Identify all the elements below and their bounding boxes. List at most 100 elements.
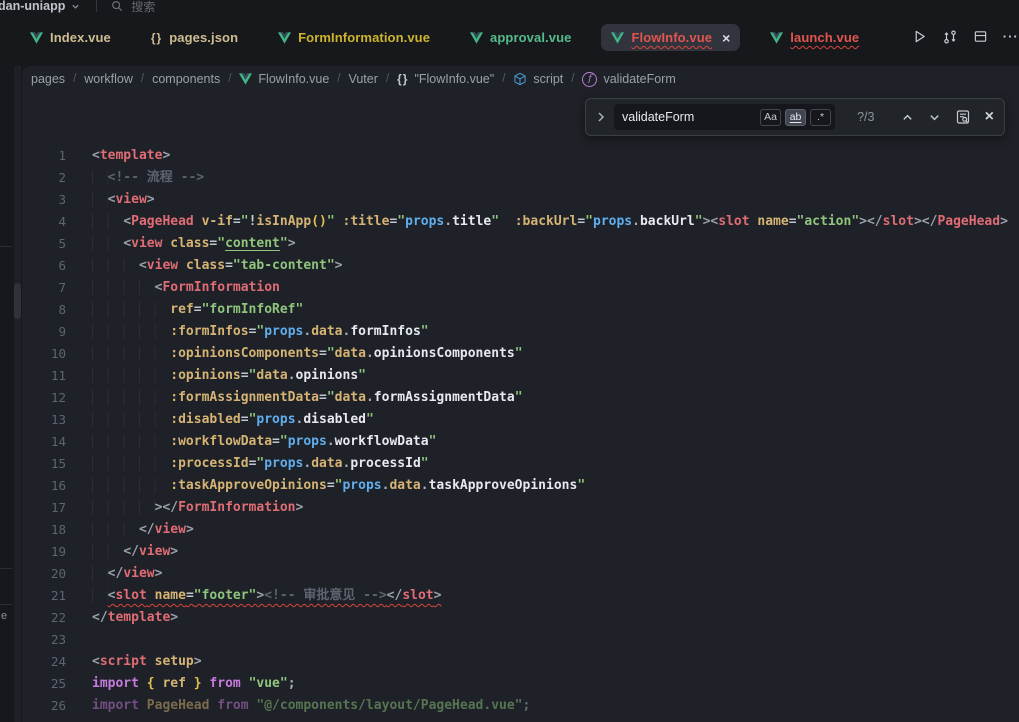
line-number: 22 bbox=[22, 607, 66, 629]
breadcrumb-separator: / bbox=[386, 73, 389, 85]
module-cube-icon bbox=[513, 72, 527, 86]
breadcrumb-item-pages[interactable]: pages bbox=[31, 72, 65, 86]
code-line: 8 ref="formInfoRef" bbox=[22, 299, 1019, 321]
split-editor-icon[interactable] bbox=[972, 28, 989, 45]
line-number: 1 bbox=[22, 145, 66, 167]
tab-label: launch.vue bbox=[790, 30, 859, 45]
vue-icon bbox=[470, 32, 483, 44]
regex-toggle[interactable]: .* bbox=[810, 109, 831, 126]
line-number: 25 bbox=[22, 673, 66, 695]
line-content: <FormInformation bbox=[92, 277, 280, 299]
global-search[interactable]: 搜索 bbox=[111, 0, 155, 15]
line-content: :disabled="props.disabled" bbox=[92, 409, 374, 431]
line-number: 19 bbox=[22, 541, 66, 563]
left-strip-mark bbox=[0, 604, 12, 605]
code-line: 7 <FormInformation bbox=[22, 277, 1019, 299]
line-number: 3 bbox=[22, 189, 66, 211]
tab-pages-json[interactable]: {}pages.json bbox=[141, 24, 248, 51]
close-find-icon[interactable]: × bbox=[985, 112, 994, 122]
line-content: <script setup> bbox=[92, 651, 202, 673]
tab-label: pages.json bbox=[169, 30, 238, 45]
top-bar: dan-uniapp 搜索 bbox=[0, 0, 1019, 15]
tabs: Index.vue {}pages.json FormInformation.vue… bbox=[20, 24, 869, 51]
error-squiggle: <slot name="footer"><!-- 审批意见 --></slot> bbox=[108, 588, 442, 603]
line-number: 8 bbox=[22, 299, 66, 321]
code-line: 1<template> bbox=[22, 145, 1019, 167]
code-line: 21 <slot name="footer"><!-- 审批意见 --></sl… bbox=[22, 585, 1019, 607]
tab-index-vue[interactable]: Index.vue bbox=[20, 24, 121, 51]
vue-icon bbox=[611, 32, 624, 44]
line-content: :formAssignmentData="data.formAssignment… bbox=[92, 387, 523, 409]
tab-label: FlowInfo.vue bbox=[631, 30, 712, 45]
line-number: 13 bbox=[22, 409, 66, 431]
breadcrumb-item-vuter[interactable]: Vuter bbox=[348, 72, 377, 86]
more-actions-icon[interactable]: ··· bbox=[1003, 28, 1019, 45]
breadcrumb-item-workflow[interactable]: workflow bbox=[84, 72, 133, 86]
find-toggles: Aaab.* bbox=[760, 109, 835, 126]
next-match-button[interactable] bbox=[928, 111, 941, 124]
line-content: </view> bbox=[92, 541, 178, 563]
breadcrumb-item-flowinfo-vue[interactable]: FlowInfo.vue bbox=[239, 72, 329, 86]
breadcrumb-separator: / bbox=[228, 73, 231, 85]
line-content: <!-- 流程 --> bbox=[92, 167, 204, 189]
run-icon[interactable] bbox=[911, 28, 928, 45]
tab-label: approval.vue bbox=[490, 30, 571, 45]
workspace-selector[interactable]: dan-uniapp bbox=[0, 0, 80, 13]
whole-word-toggle[interactable]: ab bbox=[785, 109, 806, 126]
line-number: 6 bbox=[22, 255, 66, 277]
function-icon: f bbox=[582, 72, 597, 87]
breadcrumb-item-validateform[interactable]: fvalidateForm bbox=[582, 72, 675, 87]
code-line: 6 <view class="tab-content"> bbox=[22, 255, 1019, 277]
code-line: 5 <view class="content"> bbox=[22, 233, 1019, 255]
line-content: ></FormInformation> bbox=[92, 497, 303, 519]
line-number: 16 bbox=[22, 475, 66, 497]
line-number: 11 bbox=[22, 365, 66, 387]
tab-launch-vue[interactable]: launch.vue bbox=[760, 24, 869, 51]
code-line: 13 :disabled="props.disabled" bbox=[22, 409, 1019, 431]
find-match-count: ?/3 bbox=[857, 110, 887, 124]
breadcrumb-label: Vuter bbox=[348, 72, 377, 86]
find-widget: validateForm Aaab.* ?/3 × bbox=[585, 98, 1005, 136]
previous-match-button[interactable] bbox=[901, 111, 914, 124]
left-strip-mark bbox=[0, 568, 12, 569]
line-content: :opinions="data.opinions" bbox=[92, 365, 366, 387]
code-line: 26import PageHead from "@/components/lay… bbox=[22, 695, 1019, 717]
left-panel-track bbox=[14, 66, 21, 722]
code-line: 23 bbox=[22, 629, 1019, 651]
tab-flowinfo-vue[interactable]: FlowInfo.vue × bbox=[601, 24, 740, 51]
find-in-selection-button[interactable] bbox=[955, 109, 971, 125]
code-area[interactable]: 1<template>2 <!-- 流程 -->3 <view>4 <PageH… bbox=[22, 145, 1019, 722]
breadcrumb-label: "FlowInfo.vue" bbox=[414, 72, 494, 86]
code-line: 14 :workflowData="props.workflowData" bbox=[22, 431, 1019, 453]
breadcrumb-item-components[interactable]: components bbox=[152, 72, 220, 86]
code-line: 22</template> bbox=[22, 607, 1019, 629]
find-input[interactable]: validateForm Aaab.* bbox=[614, 104, 835, 130]
line-number: 23 bbox=[22, 629, 66, 651]
line-content: :processId="props.data.processId" bbox=[92, 453, 429, 475]
breadcrumb-item-script[interactable]: script bbox=[513, 72, 563, 86]
line-number: 9 bbox=[22, 321, 66, 343]
toggle-replace-button[interactable] bbox=[596, 111, 606, 123]
breadcrumb-separator: / bbox=[571, 73, 574, 85]
line-number: 10 bbox=[22, 343, 66, 365]
line-content: <slot name="footer"><!-- 审批意见 --></slot> bbox=[92, 585, 441, 607]
breadcrumb-item--flowinfo-vue-[interactable]: {} "FlowInfo.vue" bbox=[397, 72, 494, 86]
close-tab-icon[interactable]: × bbox=[722, 33, 730, 43]
line-content: </view> bbox=[92, 563, 162, 585]
code-line: 15 :processId="props.data.processId" bbox=[22, 453, 1019, 475]
vue-icon bbox=[30, 32, 43, 44]
line-number: 5 bbox=[22, 233, 66, 255]
topbar-divider bbox=[96, 0, 97, 12]
left-strip-mark bbox=[0, 246, 12, 247]
breadcrumb-label: pages bbox=[31, 72, 65, 86]
tab-forminformation-vue[interactable]: FormInformation.vue bbox=[268, 24, 440, 51]
find-query: validateForm bbox=[622, 110, 760, 124]
left-panel-handle[interactable] bbox=[14, 283, 21, 319]
line-number: 4 bbox=[22, 211, 66, 233]
match-case-toggle[interactable]: Aa bbox=[760, 109, 781, 126]
vue-icon bbox=[239, 73, 252, 85]
line-number: 12 bbox=[22, 387, 66, 409]
compare-changes-icon[interactable] bbox=[942, 28, 959, 45]
braces-icon: {} bbox=[397, 72, 408, 86]
tab-approval-vue[interactable]: approval.vue bbox=[460, 24, 581, 51]
